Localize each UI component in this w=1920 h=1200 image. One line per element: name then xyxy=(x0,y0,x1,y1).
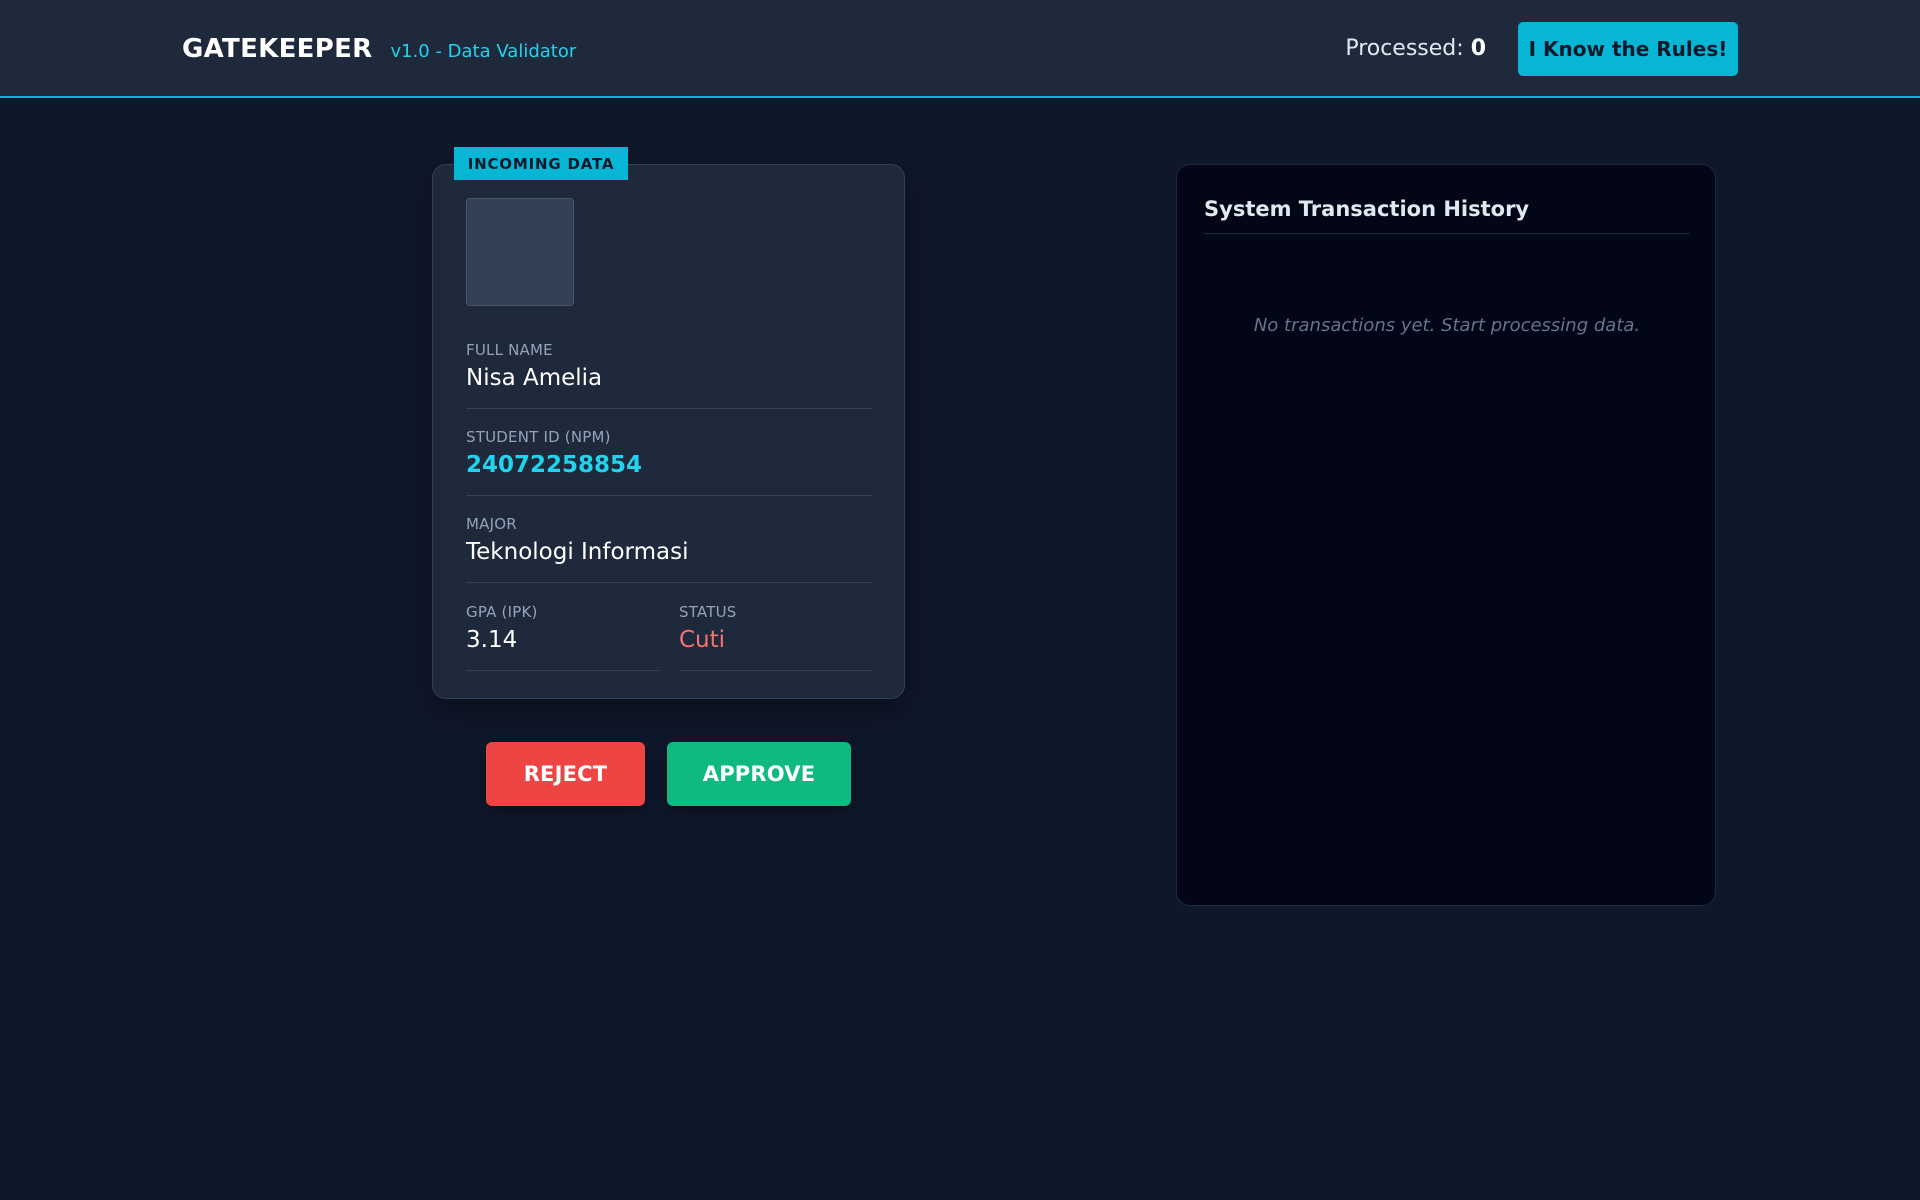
gpa-label: GPA (IPK) xyxy=(466,603,538,621)
processed-count: 0 xyxy=(1470,36,1486,61)
field-full-name: FULL NAME Nisa Amelia xyxy=(466,341,872,409)
processed-counter: Processed: 0 xyxy=(1345,36,1486,61)
major-label: MAJOR xyxy=(466,515,517,533)
student-id-label: STUDENT ID (NPM) xyxy=(466,428,611,446)
gpa-value: 3.14 xyxy=(466,627,518,653)
incoming-data-badge: INCOMING DATA xyxy=(454,147,628,180)
processed-label: Processed: xyxy=(1345,36,1464,61)
history-empty-message: No transactions yet. Start processing da… xyxy=(1253,315,1641,336)
major-value: Teknologi Informasi xyxy=(466,539,689,565)
field-status: STATUS Cuti xyxy=(679,603,872,671)
field-student-id: STUDENT ID (NPM) 24072258854 xyxy=(466,428,872,496)
transaction-history-panel: System Transaction History No transactio… xyxy=(1176,164,1716,906)
status-label: STATUS xyxy=(679,603,737,621)
approve-button[interactable]: APPROVE xyxy=(667,742,851,806)
app-header: GATEKEEPER v1.0 - Data Validator Process… xyxy=(0,0,1920,98)
student-id-value: 24072258854 xyxy=(466,452,643,478)
full-name-value: Nisa Amelia xyxy=(466,365,603,391)
field-gpa: GPA (IPK) 3.14 xyxy=(466,603,659,671)
reject-button[interactable]: REJECT xyxy=(486,742,645,806)
student-photo-placeholder xyxy=(466,198,574,306)
app-version: v1.0 - Data Validator xyxy=(390,41,577,62)
history-title: System Transaction History xyxy=(1204,197,1690,234)
rules-button[interactable]: I Know the Rules! xyxy=(1518,22,1738,76)
status-value: Cuti xyxy=(679,627,726,653)
full-name-label: FULL NAME xyxy=(466,341,553,359)
app-title: GATEKEEPER xyxy=(182,34,373,64)
incoming-data-card: FULL NAME Nisa Amelia STUDENT ID (NPM) 2… xyxy=(432,164,905,699)
field-major: MAJOR Teknologi Informasi xyxy=(466,515,872,583)
brand: GATEKEEPER v1.0 - Data Validator xyxy=(182,34,576,64)
